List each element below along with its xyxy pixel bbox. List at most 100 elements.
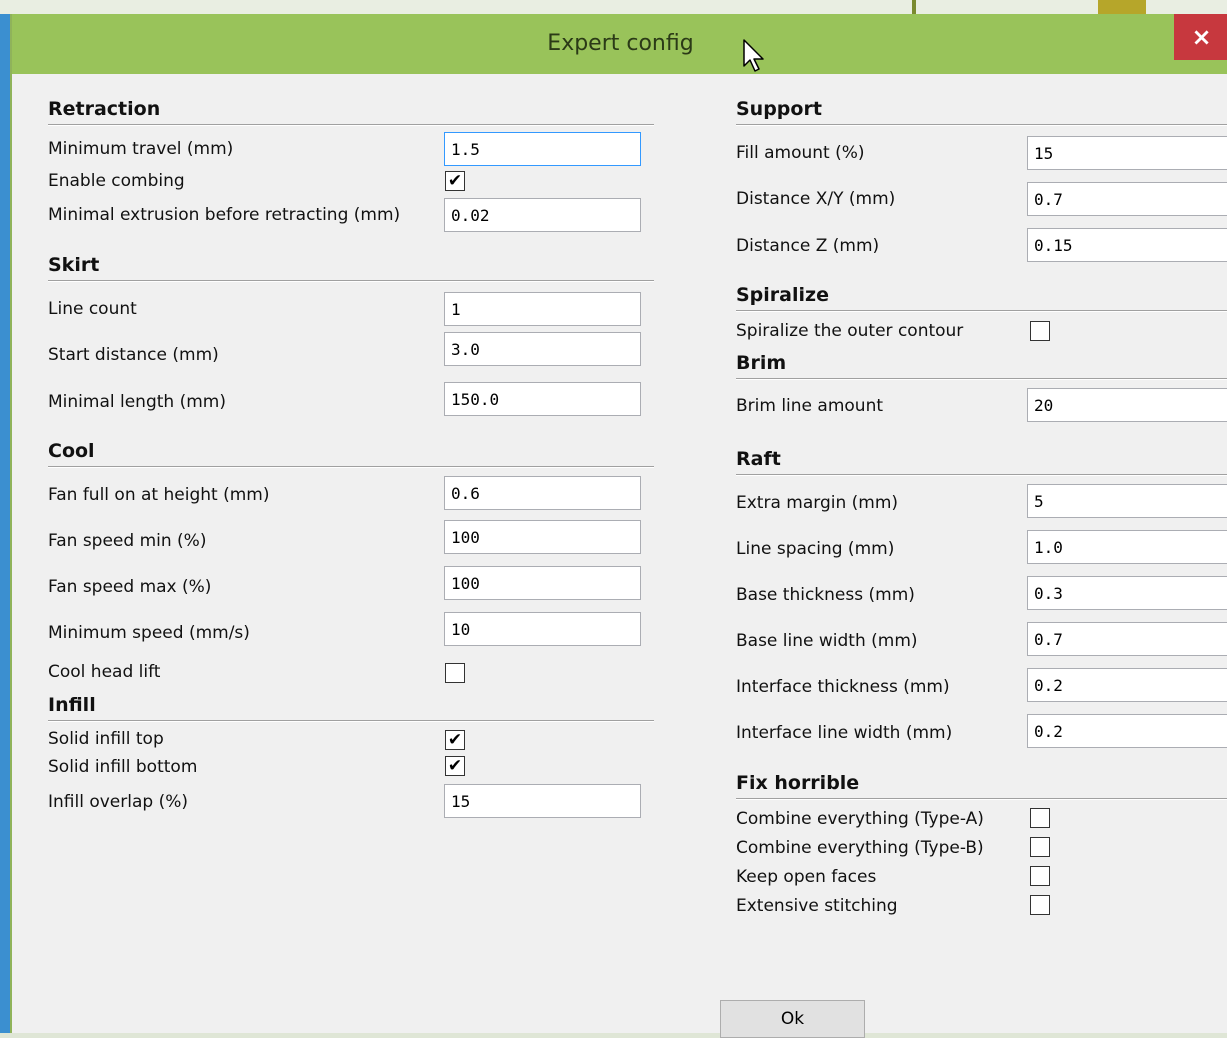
extra-margin-input[interactable] bbox=[1027, 484, 1227, 518]
section-title: Spiralize bbox=[736, 284, 829, 306]
interface-line-width-row: Interface line width (mm) bbox=[736, 710, 1227, 756]
minimum-speed-label: Minimum speed (mm/s) bbox=[48, 623, 250, 643]
retraction-section: Retraction Minimum travel (mm) Enable co… bbox=[48, 98, 654, 236]
infill-overlap-input[interactable] bbox=[444, 784, 641, 818]
background-decoration bbox=[1098, 0, 1146, 14]
minimum-travel-label: Minimum travel (mm) bbox=[48, 139, 234, 159]
interface-thickness-row: Interface thickness (mm) bbox=[736, 664, 1227, 710]
fan-speed-min-label: Fan speed min (%) bbox=[48, 531, 207, 551]
dialog-title: Expert config bbox=[547, 31, 694, 56]
section-title: Cool bbox=[48, 440, 95, 462]
keep-open-faces-checkbox[interactable] bbox=[1030, 866, 1050, 886]
combine-a-label: Combine everything (Type-A) bbox=[736, 808, 984, 829]
solid-top-checkbox[interactable]: ✔ bbox=[445, 730, 465, 750]
section-divider bbox=[48, 124, 654, 126]
enable-combing-row: Enable combing ✔ bbox=[48, 168, 654, 194]
fan-full-on-input[interactable] bbox=[444, 476, 641, 510]
start-distance-row: Start distance (mm) bbox=[48, 332, 654, 378]
spiralize-checkbox[interactable] bbox=[1030, 321, 1050, 341]
fan-speed-max-row: Fan speed max (%) bbox=[48, 564, 654, 610]
distance-xy-input[interactable] bbox=[1027, 182, 1227, 216]
infill-overlap-label: Infill overlap (%) bbox=[48, 792, 189, 812]
fix-horrible-section: Fix horrible Combine everything (Type-A)… bbox=[736, 772, 1227, 920]
base-thickness-input[interactable] bbox=[1027, 576, 1227, 610]
cool-head-lift-checkbox[interactable] bbox=[445, 663, 465, 683]
enable-combing-checkbox[interactable]: ✔ bbox=[445, 171, 465, 191]
section-divider bbox=[736, 124, 1227, 126]
title-bar[interactable]: Expert config × bbox=[12, 14, 1227, 74]
ok-button[interactable]: Ok bbox=[720, 1000, 865, 1038]
raft-section: Raft Extra margin (mm) Line spacing (mm)… bbox=[736, 448, 1227, 756]
section-divider bbox=[736, 474, 1227, 476]
minimal-extrusion-row: Minimal extrusion before retracting (mm) bbox=[48, 194, 654, 236]
extra-margin-label: Extra margin (mm) bbox=[736, 493, 899, 513]
mouse-cursor-icon bbox=[743, 39, 764, 72]
brim-line-amount-label: Brim line amount bbox=[736, 396, 884, 416]
section-title: Brim bbox=[736, 352, 787, 374]
line-count-row: Line count bbox=[48, 286, 654, 332]
extensive-stitching-row: Extensive stitching bbox=[736, 891, 1227, 920]
section-title: Infill bbox=[48, 694, 96, 716]
distance-xy-label: Distance X/Y (mm) bbox=[736, 189, 896, 209]
line-count-input[interactable] bbox=[444, 292, 641, 326]
extensive-stitching-label: Extensive stitching bbox=[736, 895, 898, 916]
brim-line-amount-row: Brim line amount bbox=[736, 382, 1227, 430]
infill-section: Infill Solid infill top ✔ Solid infill b… bbox=[48, 694, 654, 824]
line-spacing-input[interactable] bbox=[1027, 530, 1227, 564]
fan-speed-max-input[interactable] bbox=[444, 566, 641, 600]
support-section: Support Fill amount (%) Distance X/Y (mm… bbox=[736, 98, 1227, 270]
cool-section: Cool Fan full on at height (mm) Fan spee… bbox=[48, 440, 654, 688]
spiralize-section: Spiralize Spiralize the outer contour bbox=[736, 284, 1227, 348]
section-title: Support bbox=[736, 98, 822, 120]
solid-top-row: Solid infill top ✔ bbox=[48, 724, 654, 754]
expert-config-dialog: Expert config × Retraction Minimum trave… bbox=[10, 14, 1227, 1038]
combine-b-label: Combine everything (Type-B) bbox=[736, 837, 984, 858]
start-distance-input[interactable] bbox=[444, 332, 641, 366]
distance-z-input[interactable] bbox=[1027, 228, 1227, 262]
line-spacing-row: Line spacing (mm) bbox=[736, 526, 1227, 572]
section-divider bbox=[736, 310, 1227, 312]
fill-amount-label: Fill amount (%) bbox=[736, 143, 865, 163]
section-title: Skirt bbox=[48, 254, 100, 276]
fan-speed-min-row: Fan speed min (%) bbox=[48, 518, 654, 564]
combine-a-checkbox[interactable] bbox=[1030, 808, 1050, 828]
section-divider bbox=[48, 280, 654, 282]
minimal-extrusion-input[interactable] bbox=[444, 198, 641, 232]
interface-thickness-input[interactable] bbox=[1027, 668, 1227, 702]
section-divider bbox=[48, 720, 654, 722]
minimum-speed-input[interactable] bbox=[444, 612, 641, 646]
minimal-length-label: Minimal length (mm) bbox=[48, 392, 226, 412]
fill-amount-row: Fill amount (%) bbox=[736, 130, 1227, 176]
solid-bottom-row: Solid infill bottom ✔ bbox=[48, 754, 654, 780]
base-line-width-input[interactable] bbox=[1027, 622, 1227, 656]
fan-speed-max-label: Fan speed max (%) bbox=[48, 577, 212, 597]
section-divider bbox=[736, 798, 1227, 800]
minimal-length-row: Minimal length (mm) bbox=[48, 378, 654, 426]
section-title: Raft bbox=[736, 448, 781, 470]
fill-amount-input[interactable] bbox=[1027, 136, 1227, 170]
minimum-travel-row: Minimum travel (mm) bbox=[48, 130, 654, 168]
solid-bottom-checkbox[interactable]: ✔ bbox=[445, 756, 465, 776]
section-divider bbox=[48, 466, 654, 468]
background-window-strip bbox=[0, 0, 1227, 14]
background-decoration bbox=[912, 0, 916, 14]
start-distance-label: Start distance (mm) bbox=[48, 345, 219, 365]
combine-b-checkbox[interactable] bbox=[1030, 837, 1050, 857]
section-divider bbox=[736, 378, 1227, 380]
interface-line-width-label: Interface line width (mm) bbox=[736, 723, 953, 743]
close-button[interactable]: × bbox=[1174, 14, 1227, 60]
interface-line-width-input[interactable] bbox=[1027, 714, 1227, 748]
left-column: Retraction Minimum travel (mm) Enable co… bbox=[48, 98, 654, 824]
distance-xy-row: Distance X/Y (mm) bbox=[736, 176, 1227, 222]
fan-speed-min-input[interactable] bbox=[444, 520, 641, 554]
cool-head-lift-label: Cool head lift bbox=[48, 662, 161, 682]
extensive-stitching-checkbox[interactable] bbox=[1030, 895, 1050, 915]
brim-line-amount-input[interactable] bbox=[1027, 388, 1227, 422]
minimum-travel-input[interactable] bbox=[444, 132, 641, 166]
fan-full-on-row: Fan full on at height (mm) bbox=[48, 472, 654, 518]
minimal-length-input[interactable] bbox=[444, 382, 641, 416]
section-title: Retraction bbox=[48, 98, 161, 120]
keep-open-faces-label: Keep open faces bbox=[736, 866, 877, 887]
cool-head-lift-row: Cool head lift bbox=[48, 656, 654, 688]
spiralize-label: Spiralize the outer contour bbox=[736, 321, 964, 341]
